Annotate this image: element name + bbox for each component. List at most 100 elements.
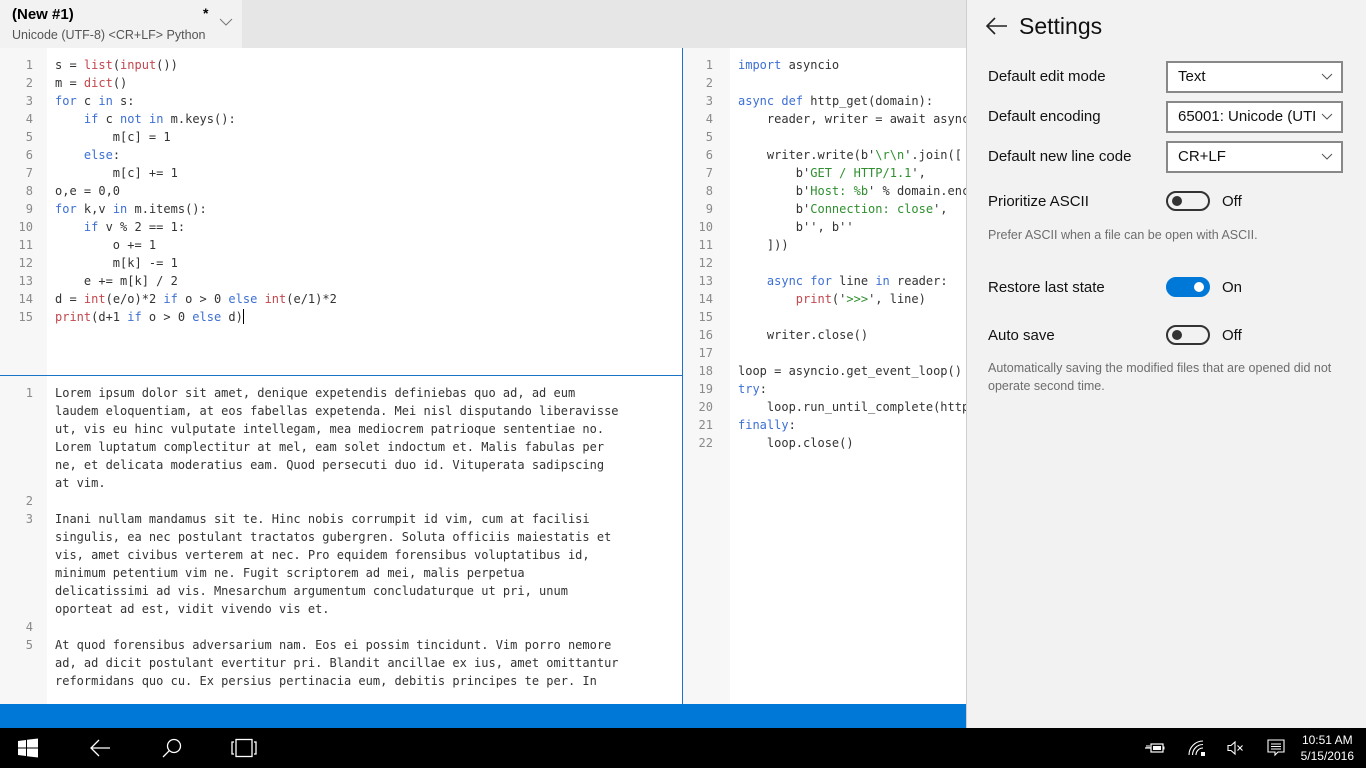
code-line[interactable]: 9 b'Connection: close',	[683, 200, 966, 218]
back-button[interactable]	[985, 14, 1009, 38]
code-line[interactable]: 7 b'GET / HTTP/1.1',	[683, 164, 966, 182]
network-tray-button[interactable]	[1186, 738, 1208, 758]
text-line[interactable]: 4	[0, 618, 682, 636]
editor-pane-bottom-left[interactable]: 1 Lorem ipsum dolor sit amet, denique exp…	[0, 376, 682, 704]
setting-label: Restore last state	[988, 279, 1105, 296]
line-content: async for line in reader:	[738, 272, 948, 290]
text-line[interactable]: 3 Inani nullam mandamus sit te. Hinc nobi…	[0, 510, 682, 528]
code-line[interactable]: 9 for k,v in m.items():	[0, 200, 682, 218]
code-line[interactable]: 2 m = dict()	[0, 74, 682, 92]
code-line[interactable]: 1 import asyncio	[683, 56, 966, 74]
action-center-button[interactable]	[1265, 738, 1287, 758]
keyword-token: in	[112, 202, 128, 216]
text-line[interactable]: oporteat ad est, vidit vivendo vis et.	[0, 600, 682, 618]
text-line[interactable]: singulis, ea nec postulant tractatos gub…	[0, 528, 682, 546]
code-line[interactable]: 21 finally:	[683, 416, 966, 434]
text-line[interactable]: at vim.	[0, 474, 682, 492]
line-number: 4	[25, 112, 33, 126]
text-token: c	[76, 94, 99, 108]
setting-auto-save: Auto save Off	[988, 321, 1342, 353]
code-line[interactable]: 10 if v % 2 == 1:	[0, 218, 682, 236]
line-content: writer.close()	[738, 326, 868, 344]
code-line[interactable]: 5	[683, 128, 966, 146]
code-line[interactable]: 6 writer.write(b'\r\n'.join([	[683, 146, 966, 164]
back-nav-button[interactable]	[76, 728, 124, 768]
line-number: 8	[705, 184, 713, 198]
code-line[interactable]: 14 d = int(e/o)*2 if o > 0 else int(e/1)*…	[0, 290, 682, 308]
code-line[interactable]: 12 m[k] -= 1	[0, 254, 682, 272]
text-line[interactable]: ad, ad dicit postulant evertitur pri. Bl…	[0, 654, 682, 672]
code-line[interactable]: 2	[683, 74, 966, 92]
code-line[interactable]: 4 reader, writer = await asyncio.open_co…	[683, 110, 966, 128]
editor-pane-right[interactable]: 1 import asyncio 2 3 async def http_get(doma…	[683, 48, 966, 704]
search-button[interactable]	[148, 728, 196, 768]
chevron-down-icon[interactable]	[219, 16, 233, 28]
text-line[interactable]: laudem eloquentiam, at eos fabellas expe…	[0, 402, 682, 420]
code-line[interactable]: 17	[683, 344, 966, 362]
toggle-knob	[1172, 196, 1182, 206]
code-lines[interactable]: 1 s = list(input()) 2 m = dict() 3 for c in s…	[0, 56, 682, 326]
code-line[interactable]: 18 loop = asyncio.get_event_loop()	[683, 362, 966, 380]
code-line[interactable]: 10 b'', b''	[683, 218, 966, 236]
line-number: 1	[705, 58, 713, 72]
code-line[interactable]: 15	[683, 308, 966, 326]
clock[interactable]: 10:51 AM 5/15/2016	[1301, 732, 1354, 764]
task-view-button[interactable]	[220, 728, 268, 768]
code-line[interactable]: 20 loop.run_until_complete(http_get(b'ex…	[683, 398, 966, 416]
code-line[interactable]: 11 ]))	[683, 236, 966, 254]
text-line[interactable]: 5 At quod forensibus adversarium nam. Eos…	[0, 636, 682, 654]
text-token: m[c] += 1	[55, 166, 178, 180]
code-lines[interactable]: 1 import asyncio 2 3 async def http_get(doma…	[683, 56, 966, 452]
code-line[interactable]: 16 writer.close()	[683, 326, 966, 344]
text-lines[interactable]: 1 Lorem ipsum dolor sit amet, denique exp…	[0, 384, 682, 690]
text-token: :	[112, 148, 121, 162]
status-bar	[0, 704, 966, 728]
text-line[interactable]: reformidans quo cu. Ex persius pertinaci…	[0, 672, 682, 690]
start-button[interactable]	[4, 728, 52, 768]
battery-tray-button[interactable]	[1144, 738, 1166, 758]
code-line[interactable]: 13 async for line in reader:	[683, 272, 966, 290]
prioritize-ascii-toggle[interactable]	[1166, 191, 1210, 211]
code-line[interactable]: 1 s = list(input())	[0, 56, 682, 74]
code-line[interactable]: 22 loop.close()	[683, 434, 966, 452]
default-new-line-code-dropdown[interactable]: CR+LF	[1166, 141, 1343, 173]
code-line[interactable]: 19 try:	[683, 380, 966, 398]
text-line[interactable]: 1 Lorem ipsum dolor sit amet, denique exp…	[0, 384, 682, 402]
volume-tray-button[interactable]	[1224, 738, 1246, 758]
line-number: 4	[705, 112, 713, 126]
code-line[interactable]: 14 print('>>>', line)	[683, 290, 966, 308]
keyword-token: if	[163, 292, 178, 306]
keyword-token: in	[875, 274, 890, 288]
text-line[interactable]: Lorem luptatum complectitur at mel, eam …	[0, 438, 682, 456]
text-line[interactable]: 2	[0, 492, 682, 510]
code-line[interactable]: 15 print(d+1 if o > 0 else d)	[0, 308, 682, 326]
code-line[interactable]: 4 if c not in m.keys():	[0, 110, 682, 128]
default-encoding-dropdown[interactable]: 65001: Unicode (UTF-8)	[1166, 101, 1343, 133]
code-line[interactable]: 11 o += 1	[0, 236, 682, 254]
restore-last-state-toggle[interactable]	[1166, 277, 1210, 297]
line-content: o += 1	[55, 236, 156, 254]
code-line[interactable]: 8 b'Host: %b' % domain.encode('latin-1')…	[683, 182, 966, 200]
document-tab[interactable]: (New #1) * Unicode (UTF-8) <CR+LF> Pytho…	[0, 0, 242, 48]
code-line[interactable]: 8 o,e = 0,0	[0, 182, 682, 200]
code-line[interactable]: 3 async def http_get(domain):	[683, 92, 966, 110]
code-line[interactable]: 6 else:	[0, 146, 682, 164]
string-token: >>>	[846, 292, 869, 306]
auto-save-toggle[interactable]	[1166, 325, 1210, 345]
code-line[interactable]: 5 m[c] = 1	[0, 128, 682, 146]
code-line[interactable]: 3 for c in s:	[0, 92, 682, 110]
text-line[interactable]: ne, et delicata moderatius eam. Quod per…	[0, 456, 682, 474]
editor-pane-top-left[interactable]: 1 s = list(input()) 2 m = dict() 3 for c in s…	[0, 48, 682, 375]
code-line[interactable]: 12	[683, 254, 966, 272]
text-line[interactable]: delicatissimi ad vis. Mnesarchum argumen…	[0, 582, 682, 600]
code-line[interactable]: 7 m[c] += 1	[0, 164, 682, 182]
line-content: m[c] += 1	[55, 164, 178, 182]
text-token: o += 1	[55, 238, 157, 252]
default-edit-mode-dropdown[interactable]: Text	[1166, 61, 1343, 93]
setting-label: Default new line code	[988, 148, 1132, 165]
line-content: delicatissimi ad vis. Mnesarchum argumen…	[55, 584, 568, 598]
text-line[interactable]: ut, vis eu hinc vulputate intellegam, me…	[0, 420, 682, 438]
text-line[interactable]: minimum petentium vim ne. Fugit scriptor…	[0, 564, 682, 582]
code-line[interactable]: 13 e += m[k] / 2	[0, 272, 682, 290]
text-line[interactable]: vis, amet civibus verterem at nec. Pro e…	[0, 546, 682, 564]
